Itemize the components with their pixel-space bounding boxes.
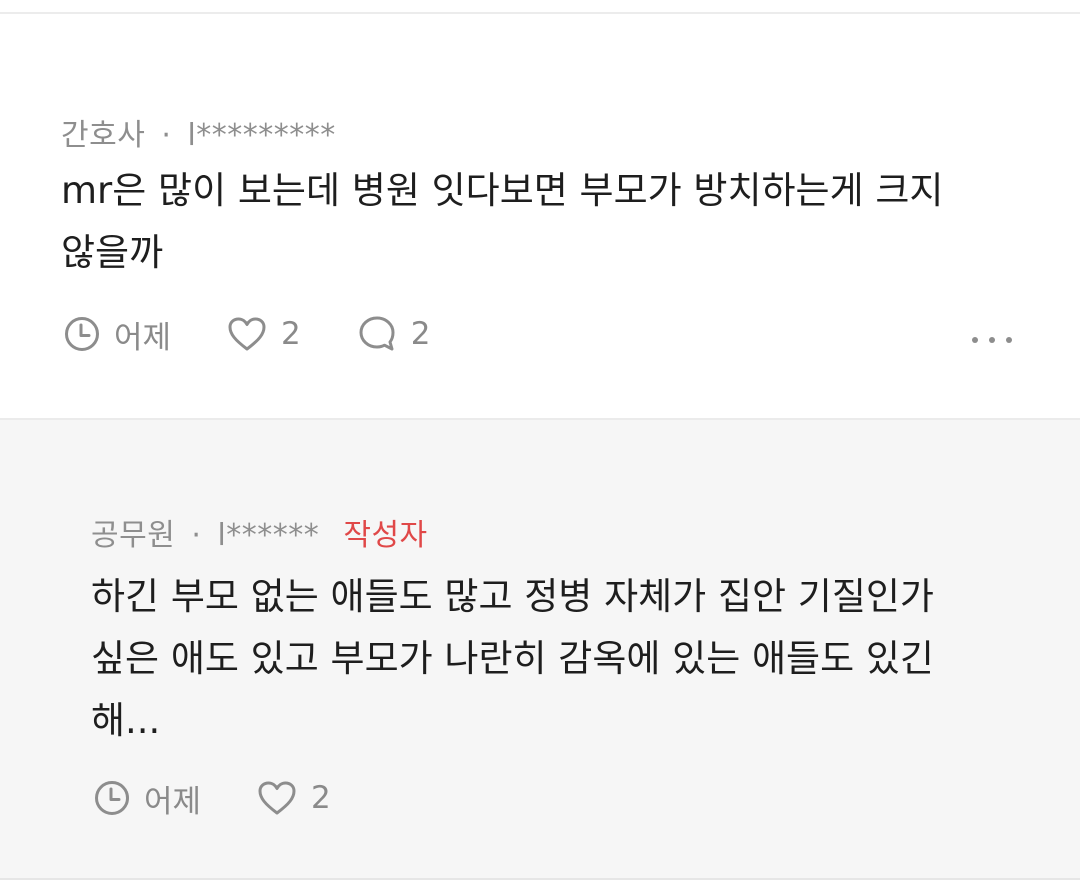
comment-meta: 간호사 · l********* xyxy=(61,110,336,154)
meta-separator: · xyxy=(191,518,202,553)
like-count: 2 xyxy=(281,316,301,352)
time-label: 어제 xyxy=(114,319,172,356)
speech-bubble-icon xyxy=(359,316,395,351)
reply-button[interactable]: 2 xyxy=(357,314,431,354)
like-button[interactable]: 2 xyxy=(257,780,331,816)
reply-username[interactable]: l****** xyxy=(217,518,319,553)
comment: 간호사 · l********* mr은 많이 보는데 병원 잇다보면 부모가 … xyxy=(0,14,1080,418)
meta-separator: · xyxy=(161,118,172,153)
like-button[interactable]: 2 xyxy=(227,316,301,352)
comment-thread: 간호사 · l********* mr은 많이 보는데 병원 잇다보면 부모가 … xyxy=(0,0,1080,886)
reply-actions: 어제 2 xyxy=(94,776,331,821)
comment-text: mr은 많이 보는데 병원 잇다보면 부모가 방치하는게 크지 않을까 xyxy=(61,169,944,274)
reply-time: 어제 xyxy=(94,776,201,821)
reply-meta: 공무원 · l****** 작성자 xyxy=(91,510,428,554)
comment-job: 간호사 xyxy=(61,118,146,153)
comment-time: 어제 xyxy=(64,312,171,357)
author-badge: 작성자 xyxy=(343,518,428,553)
clock-icon xyxy=(95,781,129,815)
reply: 공무원 · l****** 작성자 하긴 부모 없는 애들도 많고 정병 자체가… xyxy=(0,418,1080,880)
heart-icon xyxy=(228,317,266,351)
heart-icon xyxy=(258,781,296,815)
divider xyxy=(0,878,1080,886)
more-options-button[interactable] xyxy=(972,330,1012,350)
comment-username[interactable]: l********* xyxy=(187,118,335,153)
time-label: 어제 xyxy=(144,783,202,820)
more-dots-icon xyxy=(972,337,978,343)
reply-text: 하긴 부모 없는 애들도 많고 정병 자체가 집안 기질인가 싶은 애도 있고 … xyxy=(91,575,934,742)
comment-actions: 어제 2 2 xyxy=(64,312,431,357)
clock-icon xyxy=(65,317,99,351)
reply-count: 2 xyxy=(410,316,431,352)
like-count: 2 xyxy=(311,780,331,816)
reply-job: 공무원 xyxy=(91,518,176,553)
